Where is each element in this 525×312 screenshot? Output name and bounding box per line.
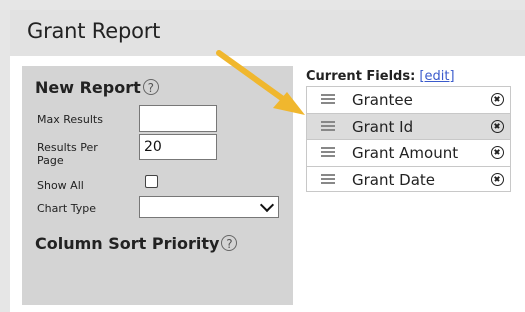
remove-icon[interactable] — [491, 119, 504, 133]
page-title: Grant Report — [27, 19, 161, 43]
field-row[interactable]: Grantee — [306, 86, 511, 113]
drag-handle-icon[interactable] — [321, 120, 335, 133]
edit-link[interactable]: [edit] — [419, 69, 454, 84]
remove-icon[interactable] — [491, 146, 504, 159]
current-fields-label: Current Fields: — [306, 69, 416, 84]
field-row[interactable]: Grant Date — [306, 165, 511, 192]
chart-type-label: Chart Type — [37, 202, 96, 215]
field-name: Grant Amount — [352, 144, 459, 162]
drag-handle-icon[interactable] — [321, 147, 335, 159]
field-name: Grant Date — [352, 170, 435, 189]
column-sort-heading: Column Sort Priority? — [35, 234, 238, 253]
chevron-down-icon — [259, 197, 275, 213]
results-per-page-input[interactable] — [139, 134, 217, 160]
field-name: Grant Id — [352, 117, 414, 136]
current-fields-header: Current Fields: [edit] — [306, 69, 455, 84]
remove-icon[interactable] — [491, 172, 504, 186]
show-all-checkbox[interactable] — [145, 175, 158, 188]
chart-type-select[interactable] — [139, 196, 279, 218]
max-results-input[interactable] — [139, 105, 217, 132]
field-row[interactable]: Grant Amount — [306, 139, 511, 166]
new-report-heading: New Report? — [35, 78, 159, 97]
page-header: Grant Report — [10, 10, 525, 56]
new-report-heading-text: New Report — [35, 78, 141, 97]
new-report-panel: New Report? Max Results Results Per Page… — [22, 66, 293, 305]
field-row[interactable]: Grant Id — [306, 112, 511, 139]
field-name: Grantee — [352, 91, 413, 109]
drag-handle-icon[interactable] — [321, 173, 335, 186]
remove-icon[interactable] — [491, 93, 504, 106]
max-results-label: Max Results — [37, 113, 103, 126]
results-per-page-label: Results Per Page — [37, 141, 98, 167]
help-icon[interactable]: ? — [142, 79, 159, 95]
show-all-label: Show All — [37, 179, 84, 192]
drag-handle-icon[interactable] — [321, 94, 335, 106]
column-sort-heading-text: Column Sort Priority — [35, 234, 220, 253]
help-icon[interactable]: ? — [221, 235, 238, 251]
page: Grant Report New Report? Max Results Res… — [0, 0, 525, 312]
current-fields-list: Grantee Grant Id Grant Amount Grant Date — [306, 86, 511, 192]
